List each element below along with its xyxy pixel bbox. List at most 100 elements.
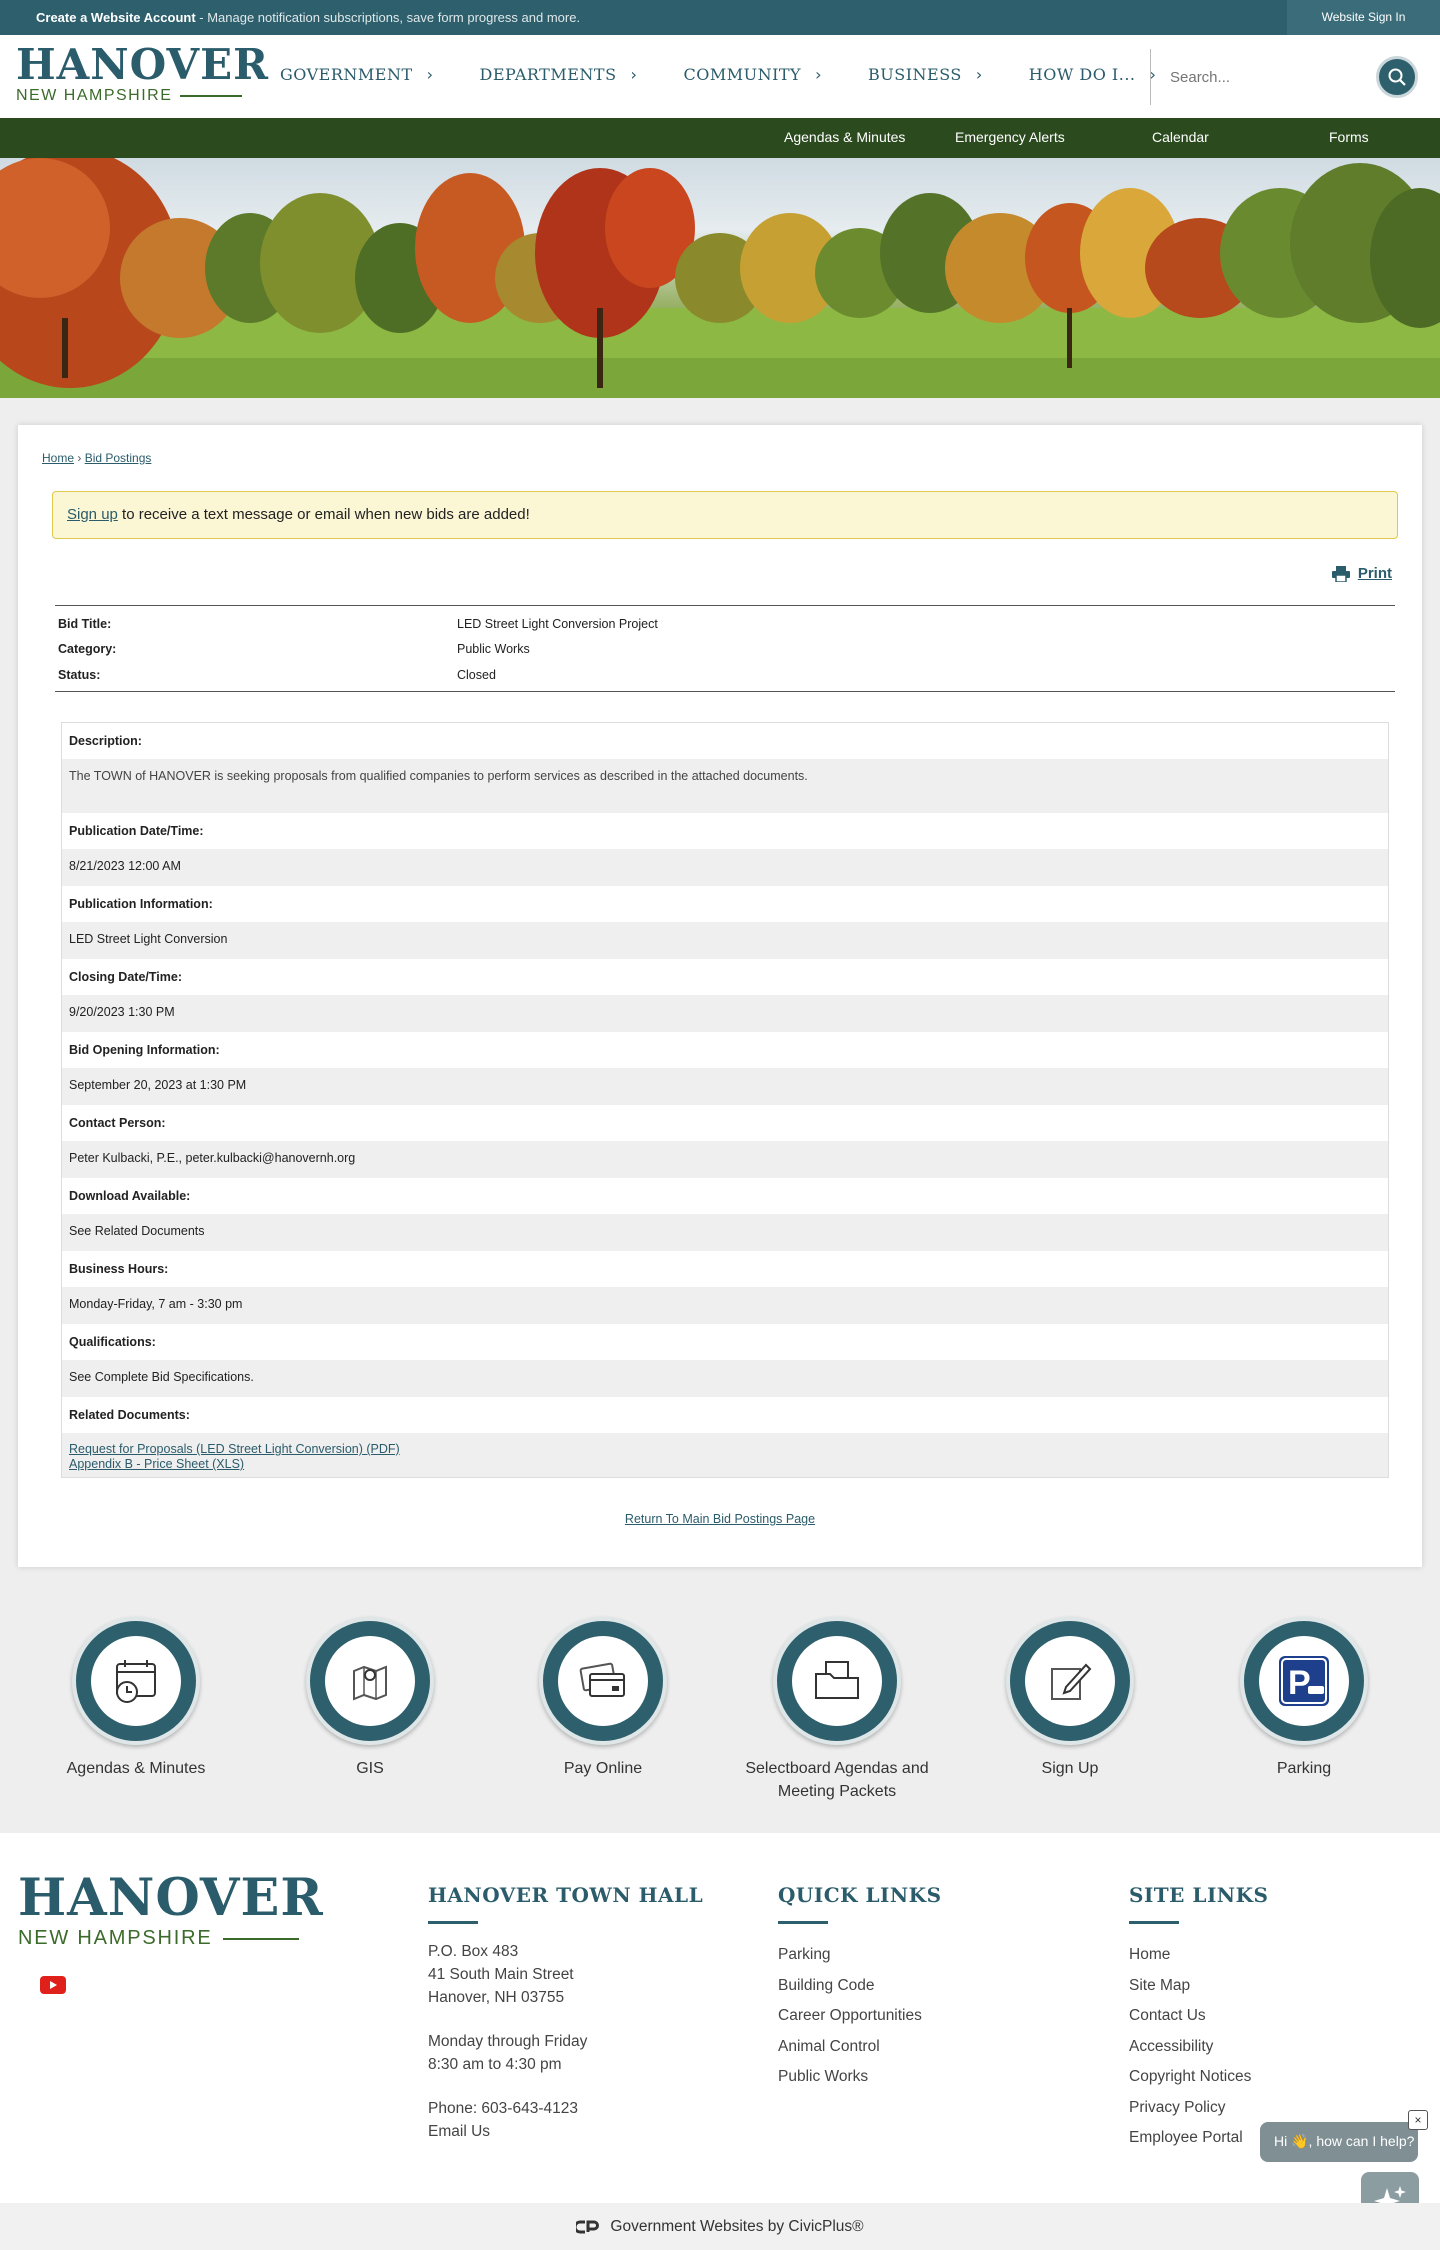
- chevron-right-icon: ›: [975, 65, 983, 84]
- doc-link-rfp[interactable]: Request for Proposals (LED Street Light …: [69, 1442, 1381, 1457]
- logo-state: NEW HAMPSHIRE: [16, 87, 173, 104]
- return-to-bid-postings-link[interactable]: Return To Main Bid Postings Page: [625, 1512, 815, 1526]
- title-underline: [428, 1921, 478, 1924]
- create-account-link[interactable]: Create a Website Account: [36, 10, 196, 25]
- website-sign-in-button[interactable]: Website Sign In: [1287, 0, 1440, 35]
- bid-details-table: Description: The TOWN of HANOVER is seek…: [61, 722, 1389, 1478]
- calendar-clock-icon: [116, 1660, 156, 1703]
- nav-how-do-i[interactable]: HOW DO I... ›: [1029, 65, 1157, 84]
- youtube-icon[interactable]: [40, 1976, 66, 1994]
- quick-link-item[interactable]: Public Works: [778, 2062, 942, 2093]
- folder-icon: [815, 1661, 859, 1699]
- site-logo[interactable]: HANOVER NEW HAMPSHIRE: [16, 41, 269, 105]
- search-icon: [1388, 68, 1406, 86]
- quick-link-selectboard-agendas[interactable]: Selectboard Agendas and Meeting Packets: [727, 1617, 947, 1803]
- quick-link-pay-online[interactable]: Pay Online: [493, 1617, 713, 1780]
- doc-link-price-sheet[interactable]: Appendix B - Price Sheet (XLS): [69, 1457, 1381, 1472]
- nav-business[interactable]: BUSINESS ›: [868, 65, 983, 84]
- site-footer: HANOVER NEW HAMPSHIRE HANOVER TOWN HALL …: [0, 1833, 1440, 2203]
- subnav-forms[interactable]: Forms: [1329, 129, 1369, 145]
- subnav-emergency-alerts[interactable]: Emergency Alerts: [955, 129, 1065, 145]
- site-link-item[interactable]: Privacy Policy: [1129, 2093, 1268, 2124]
- header-divider: [1150, 49, 1151, 105]
- chat-close-button[interactable]: ×: [1408, 2110, 1428, 2130]
- main-nav: GOVERNMENT › DEPARTMENTS › COMMUNITY › BUSI…: [280, 65, 1202, 84]
- print-button[interactable]: Print: [1331, 565, 1392, 582]
- quick-link-item[interactable]: Building Code: [778, 1971, 942, 2002]
- footer-town-hall: HANOVER TOWN HALL P.O. Box 483 41 South …: [428, 1883, 703, 2143]
- return-link-wrapper: Return To Main Bid Postings Page: [18, 1512, 1422, 1526]
- print-label: Print: [1357, 565, 1392, 582]
- logo-underline: [180, 95, 243, 97]
- hero-banner: [0, 158, 1440, 398]
- pub-date-value: 8/21/2023 12:00 AM: [62, 849, 1388, 886]
- logo-name: HANOVER: [16, 40, 270, 89]
- chat-prompt-bubble[interactable]: Hi 👋, how can I help?: [1260, 2122, 1418, 2162]
- title-underline: [778, 1921, 828, 1924]
- closing-label: Closing Date/Time:: [62, 959, 1388, 995]
- pub-info-label: Publication Information:: [62, 886, 1388, 922]
- civicplus-logo-icon: [576, 2220, 600, 2233]
- breadcrumb: Home › Bid Postings: [42, 451, 152, 465]
- quick-link-item[interactable]: Animal Control: [778, 2032, 942, 2063]
- quick-link-sign-up[interactable]: Sign Up: [960, 1617, 1180, 1780]
- secondary-nav: Agendas & Minutes Emergency Alerts Calen…: [0, 118, 1440, 158]
- town-hall-title: HANOVER TOWN HALL: [428, 1883, 704, 1907]
- site-link-item[interactable]: Employee Portal: [1129, 2123, 1268, 2154]
- search-box: [1160, 55, 1432, 99]
- bid-detail-card: Home › Bid Postings Sign up to receive a…: [18, 425, 1422, 1567]
- footer-logo[interactable]: HANOVER NEW HAMPSHIRE: [18, 1869, 324, 1950]
- create-account-banner[interactable]: Create a Website Account - Manage notifi…: [36, 10, 580, 25]
- email-us-link[interactable]: Email Us: [428, 2120, 703, 2143]
- qualifications-value: See Complete Bid Specifications.: [62, 1360, 1388, 1397]
- nav-departments[interactable]: DEPARTMENTS ›: [480, 65, 638, 84]
- search-button[interactable]: [1376, 56, 1418, 98]
- parking-icon: P: [1279, 1656, 1329, 1706]
- qualifications-label: Qualifications:: [62, 1324, 1388, 1360]
- chevron-right-icon: ›: [815, 65, 823, 84]
- site-link-item[interactable]: Home: [1129, 1940, 1268, 1971]
- chevron-right-icon: ›: [630, 65, 638, 84]
- footer-site-links: SITE LINKS Home Site Map Contact Us Acce…: [1129, 1883, 1268, 2154]
- chevron-right-icon: ›: [426, 65, 434, 84]
- footer-quick-links: QUICK LINKS Parking Building Code Career…: [778, 1883, 942, 2093]
- alert-signup-link[interactable]: Sign up: [67, 506, 118, 523]
- bid-status-row: Status: Closed: [55, 662, 1395, 688]
- site-link-item[interactable]: Copyright Notices: [1129, 2062, 1268, 2093]
- description-value: The TOWN of HANOVER is seeking proposals…: [62, 759, 1388, 813]
- map-pin-icon: [353, 1665, 387, 1701]
- subnav-agendas-minutes[interactable]: Agendas & Minutes: [784, 129, 905, 145]
- town-hall-phone: Phone: 603-643-4123: [428, 2100, 578, 2117]
- contact-value: Peter Kulbacki, P.E., peter.kulbacki@han…: [62, 1141, 1388, 1178]
- quick-link-parking[interactable]: P Parking: [1194, 1617, 1414, 1780]
- civicplus-credit[interactable]: Government Websites by CivicPlus®: [0, 2203, 1440, 2250]
- pub-info-value: LED Street Light Conversion: [62, 922, 1388, 959]
- quick-link-agendas-minutes[interactable]: Agendas & Minutes: [26, 1617, 246, 1780]
- subnav-calendar[interactable]: Calendar: [1152, 129, 1209, 145]
- pub-date-label: Publication Date/Time:: [62, 813, 1388, 849]
- nav-community[interactable]: COMMUNITY ›: [683, 65, 822, 84]
- site-link-item[interactable]: Contact Us: [1129, 2001, 1268, 2032]
- footer-logo-state: NEW HAMPSHIRE: [18, 1927, 213, 1949]
- related-docs-label: Related Documents:: [62, 1397, 1388, 1433]
- bid-category-row: Category: Public Works: [55, 637, 1395, 663]
- hours-value: Monday-Friday, 7 am - 3:30 pm: [62, 1287, 1388, 1324]
- footer-logo-name: HANOVER: [18, 1868, 324, 1928]
- download-value: See Related Documents: [62, 1214, 1388, 1251]
- quick-link-item[interactable]: Parking: [778, 1940, 942, 1971]
- nav-government[interactable]: GOVERNMENT ›: [280, 65, 434, 84]
- quick-link-item[interactable]: Career Opportunities: [778, 2001, 942, 2032]
- printer-icon: [1331, 565, 1350, 582]
- breadcrumb-bid-postings[interactable]: Bid Postings: [85, 451, 152, 465]
- quick-link-gis[interactable]: GIS: [260, 1617, 480, 1780]
- site-header: HANOVER NEW HAMPSHIRE GOVERNMENT › DEPART…: [0, 35, 1440, 118]
- search-input[interactable]: [1170, 61, 1370, 93]
- opening-value: September 20, 2023 at 1:30 PM: [62, 1068, 1388, 1105]
- breadcrumb-home[interactable]: Home: [42, 451, 74, 465]
- bid-category: Public Works: [457, 642, 530, 657]
- footer-logo-underline: [222, 1937, 299, 1940]
- site-link-item[interactable]: Site Map: [1129, 1971, 1268, 2002]
- bid-status: Closed: [457, 667, 496, 682]
- site-link-item[interactable]: Accessibility: [1129, 2032, 1268, 2063]
- top-bar: Create a Website Account - Manage notifi…: [0, 0, 1440, 35]
